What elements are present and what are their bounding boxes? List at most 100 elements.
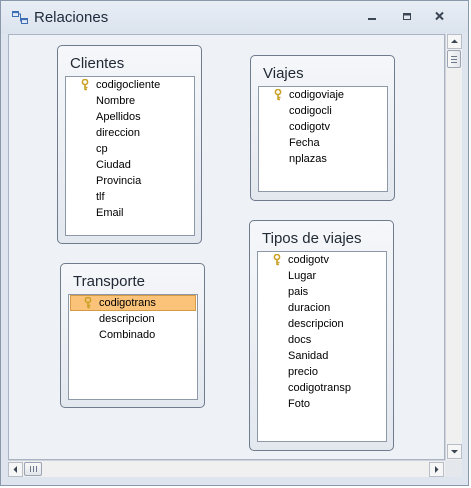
field-row[interactable]: direccion — [66, 125, 194, 141]
field-label: precio — [288, 366, 318, 378]
grip-line — [30, 466, 31, 472]
field-label: nplazas — [289, 153, 327, 165]
field-row[interactable]: Foto — [258, 396, 386, 412]
field-label: Foto — [288, 398, 311, 410]
field-label: tlf — [96, 191, 105, 203]
grip-line — [451, 62, 457, 63]
field-row[interactable]: descripcion — [69, 311, 197, 327]
field-row[interactable]: cp — [66, 141, 194, 157]
field-label: Apellidos — [96, 111, 141, 123]
table-viajes[interactable]: Viajes codigoviaje codigocli codigotv Fe… — [250, 55, 395, 201]
field-row[interactable]: nplazas — [259, 151, 387, 167]
field-row[interactable]: Sanidad — [258, 348, 386, 364]
field-label: codigocliente — [96, 79, 161, 91]
grip-line — [33, 466, 34, 472]
arrow-left-icon — [13, 466, 17, 473]
field-list[interactable]: codigocliente Nombre Apellidos direccion… — [65, 76, 195, 236]
field-row[interactable]: codigocliente — [66, 77, 194, 93]
field-label: Fecha — [289, 137, 320, 149]
primary-key-icon — [273, 254, 281, 266]
field-label: codigotv — [289, 121, 330, 133]
table-title: Clientes — [70, 55, 125, 72]
field-row[interactable]: Email — [66, 205, 194, 221]
grip-line — [451, 59, 457, 60]
field-label: codigocli — [289, 105, 332, 117]
field-label: pais — [288, 286, 309, 298]
field-label: descripcion — [288, 318, 344, 330]
field-row[interactable]: Fecha — [259, 135, 387, 151]
scroll-left-button[interactable] — [8, 462, 23, 477]
title-bar[interactable]: Relaciones — [1, 1, 468, 33]
restore-icon — [403, 13, 411, 20]
field-label: Sanidad — [288, 350, 329, 362]
scroll-up-button[interactable] — [447, 34, 462, 49]
scroll-down-button[interactable] — [447, 444, 462, 459]
field-list[interactable]: codigotv Lugar pais duracion descripcion… — [257, 251, 387, 442]
close-button[interactable] — [430, 9, 450, 25]
field-row[interactable]: docs — [258, 332, 386, 348]
arrow-right-icon — [435, 466, 439, 473]
vertical-scrollbar[interactable] — [445, 34, 462, 460]
scroll-right-button[interactable] — [429, 462, 444, 477]
field-row[interactable]: Provincia — [66, 173, 194, 189]
minimize-icon — [368, 18, 376, 20]
field-row[interactable]: codigocli — [259, 103, 387, 119]
field-label: Nombre — [96, 95, 136, 107]
field-label: codigoviaje — [289, 89, 345, 101]
field-label: Email — [96, 207, 124, 219]
field-label: duracion — [288, 302, 331, 314]
field-list[interactable]: codigoviaje codigocli codigotv Fecha npl… — [258, 86, 388, 192]
close-icon — [435, 11, 444, 21]
arrow-down-icon — [451, 450, 458, 454]
field-row[interactable]: codigotv — [259, 119, 387, 135]
minimize-button[interactable] — [362, 9, 382, 25]
primary-key-icon — [274, 89, 282, 101]
field-row[interactable]: Ciudad — [66, 157, 194, 173]
field-label: codigotrans — [99, 297, 156, 309]
field-row[interactable]: precio — [258, 364, 386, 380]
field-label: Lugar — [288, 270, 317, 282]
field-row[interactable]: duracion — [258, 300, 386, 316]
horizontal-scroll-thumb[interactable] — [24, 462, 42, 476]
field-row[interactable]: Lugar — [258, 268, 386, 284]
window-title: Relaciones — [34, 9, 109, 26]
field-label: Provincia — [96, 175, 142, 187]
field-label: cp — [96, 143, 108, 155]
table-tipos-de-viajes[interactable]: Tipos de viajes codigotv Lugar pais dura… — [249, 220, 394, 451]
table-clientes[interactable]: Clientes codigocliente Nombre Apellidos … — [57, 45, 202, 244]
field-row[interactable]: descripcion — [258, 316, 386, 332]
field-label: descripcion — [99, 313, 155, 325]
arrow-up-icon — [451, 39, 458, 43]
relationships-canvas[interactable]: Clientes codigocliente Nombre Apellidos … — [8, 34, 445, 460]
field-row[interactable]: Combinado — [69, 327, 197, 343]
field-row[interactable]: Apellidos — [66, 109, 194, 125]
field-label: codigotv — [288, 254, 329, 266]
field-list[interactable]: codigotrans descripcion Combinado — [68, 294, 198, 400]
field-row[interactable]: Nombre — [66, 93, 194, 109]
field-row[interactable]: tlf — [66, 189, 194, 205]
horizontal-scrollbar[interactable] — [8, 460, 445, 477]
field-label: docs — [288, 334, 312, 346]
field-label: Combinado — [99, 329, 156, 341]
table-title: Viajes — [263, 65, 304, 82]
field-row[interactable]: codigotransp — [258, 380, 386, 396]
relationships-window: Relaciones Clientes codigocliente Nombre… — [0, 0, 469, 486]
table-title: Tipos de viajes — [262, 230, 362, 247]
table-title: Transporte — [73, 273, 145, 290]
restore-button[interactable] — [397, 9, 417, 25]
field-label: codigotransp — [288, 382, 351, 394]
primary-key-icon — [84, 297, 92, 309]
relationships-icon — [12, 11, 28, 24]
scrollbar-corner — [445, 460, 462, 477]
table-transporte[interactable]: Transporte codigotrans descripcion Combi… — [60, 263, 205, 408]
vertical-scroll-thumb[interactable] — [447, 50, 461, 68]
grip-line — [36, 466, 37, 472]
field-label: direccion — [96, 127, 141, 139]
field-row[interactable]: codigotv — [258, 252, 386, 268]
grip-line — [451, 56, 457, 57]
field-row[interactable]: pais — [258, 284, 386, 300]
field-row-selected[interactable]: codigotrans — [70, 295, 196, 311]
field-label: Ciudad — [96, 159, 131, 171]
field-row[interactable]: codigoviaje — [259, 87, 387, 103]
primary-key-icon — [81, 79, 89, 91]
